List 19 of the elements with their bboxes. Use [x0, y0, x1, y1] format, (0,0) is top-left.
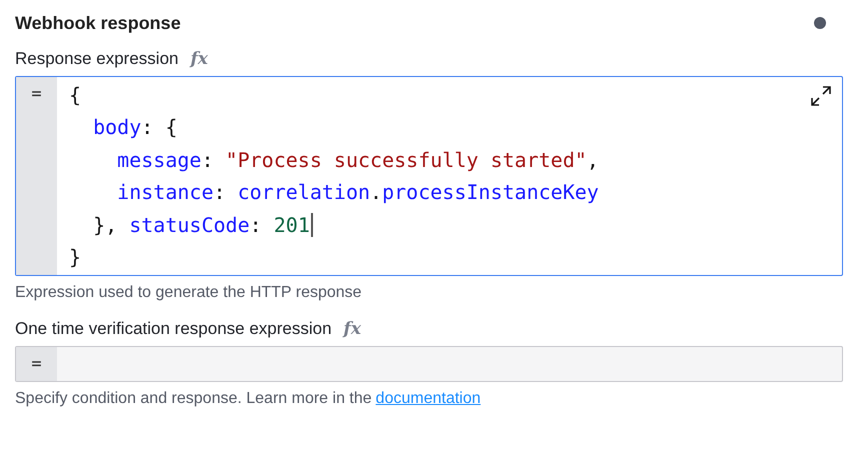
section-title: Webhook response [15, 12, 181, 34]
expression-field[interactable]: = [15, 346, 843, 382]
fx-icon: fx [344, 319, 361, 340]
fx-icon: fx [190, 49, 208, 69]
code-line: { [69, 82, 82, 109]
field-label: One time verification response expression [15, 319, 332, 340]
code-line: body: { [92, 114, 178, 142]
code-editor[interactable]: = { body: { message: "Process successfully started", instance: correlation.processInstanceKey }, statusCode: 201 } [15, 76, 843, 276]
field-label: Response expression [15, 49, 178, 69]
field-description: Expression used to generate the HTTP response [15, 284, 362, 302]
equals-prefix: = [31, 353, 42, 376]
equals-prefix: = [31, 83, 42, 106]
status-dot-icon [814, 17, 826, 29]
code-line: instance: correlation.processInstanceKey [116, 179, 599, 206]
code-line: message: "Process successfully started", [116, 146, 599, 174]
code-line: }, statusCode: 201 [69, 208, 599, 242]
field-description: Specify condition and response. Learn more in the [15, 390, 372, 408]
code-line: } [69, 244, 82, 272]
expand-icon[interactable] [810, 85, 832, 107]
